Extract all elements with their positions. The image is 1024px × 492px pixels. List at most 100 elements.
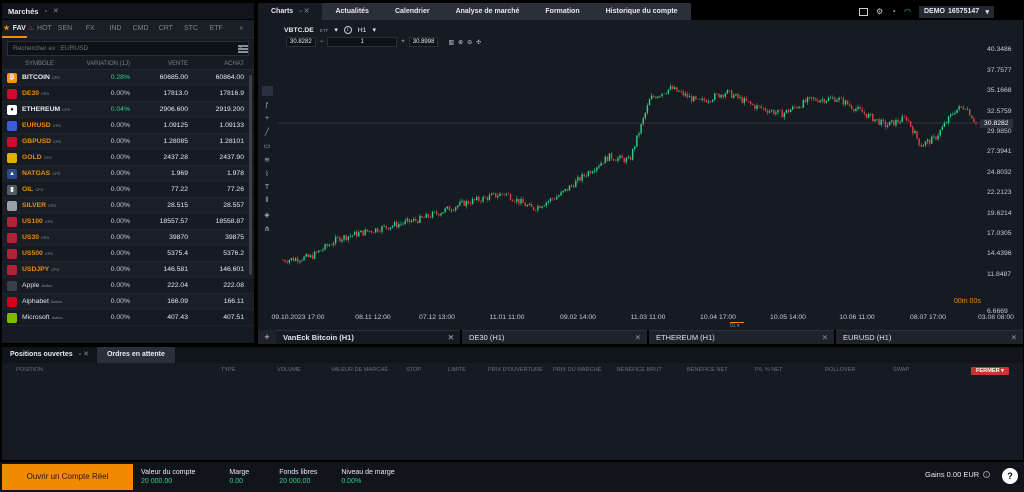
sell-price[interactable]: 60685.00 bbox=[130, 74, 188, 81]
col-type[interactable]: TYPE bbox=[221, 367, 277, 373]
sell-price[interactable]: 1.28085 bbox=[130, 138, 188, 145]
sell-price[interactable]: 18557.57 bbox=[130, 218, 188, 225]
sell-price[interactable]: 5375.4 bbox=[130, 250, 188, 257]
tab-historique-du-compte[interactable]: Historique du compte bbox=[593, 3, 691, 20]
layout-icon[interactable] bbox=[859, 7, 868, 16]
col-volume[interactable]: VOLUME bbox=[277, 367, 331, 373]
sell-price[interactable]: 146.581 bbox=[130, 266, 188, 273]
sell-price[interactable]: 39870 bbox=[130, 234, 188, 241]
market-row[interactable]: USDJPY CFD 0.00% 146.581 146.601 bbox=[2, 262, 254, 278]
tab-actualit-s[interactable]: Actualités bbox=[322, 3, 381, 20]
sell-price[interactable]: 17813.0 bbox=[130, 90, 188, 97]
buy-price[interactable]: 146.601 bbox=[188, 266, 244, 273]
chart-instance-tab[interactable]: VanEck Bitcoin (H1) ✕ bbox=[276, 330, 460, 344]
col-swap[interactable]: SWAP bbox=[893, 367, 933, 373]
buy-price[interactable]: 28.557 bbox=[188, 202, 244, 209]
col-p-l-net[interactable]: P/L % NET bbox=[755, 367, 825, 373]
col-valeur-de-march-[interactable]: VALEUR DE MARCHÉ bbox=[331, 367, 406, 373]
market-row[interactable]: EURUSD CFD 0.00% 1.09125 1.09133 bbox=[2, 118, 254, 134]
buy-price[interactable]: 5376.2 bbox=[188, 250, 244, 257]
col-b-n-fice-brut[interactable]: BÉNÉFICE BRUT bbox=[617, 367, 687, 373]
notifications-bell-icon[interactable]: ◔ bbox=[891, 7, 896, 16]
buy-price[interactable]: 77.26 bbox=[188, 186, 244, 193]
tab-charts[interactable]: Charts ▫ ✕ bbox=[258, 3, 323, 20]
col-sell[interactable]: VENTE bbox=[130, 61, 188, 67]
market-tab-»[interactable]: » bbox=[229, 20, 254, 38]
buy-price[interactable]: 1.978 bbox=[188, 170, 244, 177]
market-tab-fav[interactable]: ★ FAV bbox=[2, 20, 28, 38]
account-selector[interactable]: DEMO 16575147 ▾ bbox=[919, 5, 994, 18]
buy-price[interactable]: 39875 bbox=[188, 234, 244, 241]
market-row[interactable]: GBPUSD CFD 0.00% 1.28085 1.28101 bbox=[2, 134, 254, 150]
market-tab-stc[interactable]: STC bbox=[178, 20, 203, 38]
market-row[interactable]: US500 CFD 0.00% 5375.4 5376.2 bbox=[2, 246, 254, 262]
tab-analyse-de-march-[interactable]: Analyse de marché bbox=[443, 3, 533, 20]
market-row[interactable]: GOLD CFD 0.00% 2437.28 2437.90 bbox=[2, 150, 254, 166]
col-limite[interactable]: LIMITE bbox=[448, 367, 488, 373]
list-view-icon[interactable] bbox=[238, 45, 248, 53]
sell-price[interactable]: 28.515 bbox=[130, 202, 188, 209]
market-row[interactable]: SILVER CFD 0.00% 28.515 28.557 bbox=[2, 198, 254, 214]
col-prix-du-march-[interactable]: PRIX DU MARCHÉ bbox=[553, 367, 617, 373]
tab-formation[interactable]: Formation bbox=[532, 3, 592, 20]
period-marker[interactable]: 01 ▾ bbox=[730, 322, 744, 329]
market-tab-fx[interactable]: FX bbox=[78, 20, 103, 38]
window-controls[interactable]: ▫ ✕ bbox=[299, 8, 309, 15]
price-chart[interactable]: 40.3486 37.7577 35.1668 32.5759 29.9850 27.39… bbox=[258, 20, 1023, 330]
market-tab-crt[interactable]: CRT bbox=[153, 20, 178, 38]
col-position[interactable]: POSITION bbox=[16, 367, 221, 373]
market-row[interactable]: DE30 CFD 0.00% 17813.0 17816.9 bbox=[2, 86, 254, 102]
market-tab-sen[interactable]: SEN bbox=[52, 20, 77, 38]
col-rollover[interactable]: ROLLOVER bbox=[825, 367, 893, 373]
market-row[interactable]: Alphabet Action 0.00% 166.09 166.11 bbox=[2, 294, 254, 310]
market-row[interactable]: ₿ BITCOIN CFD 0.28% 60685.00 60864.00 bbox=[2, 70, 254, 86]
sell-price[interactable]: 1.09125 bbox=[130, 122, 188, 129]
tab-open-positions[interactable]: Positions ouvertes ▫ ✕ bbox=[2, 347, 97, 363]
market-search-input[interactable] bbox=[13, 45, 213, 52]
market-row[interactable]: Microsoft Action 0.00% 407.43 407.51 bbox=[2, 310, 254, 326]
chart-instance-tab[interactable]: EURUSD (H1) ✕ bbox=[836, 330, 1023, 344]
chart-add-tab[interactable]: + bbox=[258, 330, 276, 344]
markets-window-controls[interactable]: ▫ ✕ bbox=[44, 7, 60, 15]
buy-price[interactable]: 1.09133 bbox=[188, 122, 244, 129]
help-button[interactable]: ? bbox=[1002, 468, 1018, 484]
window-controls[interactable]: ▫ ✕ bbox=[79, 347, 89, 363]
col-stop[interactable]: STOP bbox=[406, 367, 448, 373]
market-row[interactable]: US30 CFD 0.00% 39870 39875 bbox=[2, 230, 254, 246]
buy-price[interactable]: 2437.90 bbox=[188, 154, 244, 161]
market-row[interactable]: ▮ OIL CFD 0.00% 77.22 77.26 bbox=[2, 182, 254, 198]
buy-price[interactable]: 18558.87 bbox=[188, 218, 244, 225]
market-tab-cmd[interactable]: CMD bbox=[128, 20, 153, 38]
close-icon[interactable]: ✕ bbox=[1011, 331, 1017, 345]
buy-price[interactable]: 407.51 bbox=[188, 314, 244, 321]
sell-price[interactable]: 166.09 bbox=[130, 298, 188, 305]
close-positions-button[interactable]: FERMER ▾ bbox=[971, 367, 1009, 375]
buy-price[interactable]: 166.11 bbox=[188, 298, 244, 305]
info-icon[interactable]: i bbox=[983, 471, 991, 478]
tab-calendrier[interactable]: Calendrier bbox=[382, 3, 443, 20]
buy-price[interactable]: 17816.9 bbox=[188, 90, 244, 97]
market-tab-ind[interactable]: IND bbox=[103, 20, 128, 38]
settings-sliders-icon[interactable]: ⚙ bbox=[876, 7, 883, 16]
tab-pending-orders[interactable]: Ordres en attente bbox=[96, 347, 175, 363]
close-icon[interactable]: ✕ bbox=[822, 331, 828, 345]
col-prix-d-ouverture[interactable]: PRIX D'OUVERTURE bbox=[488, 367, 553, 373]
sell-price[interactable]: 2437.28 bbox=[130, 154, 188, 161]
market-tab-hot[interactable]: ♨ HOT bbox=[27, 20, 52, 38]
buy-price[interactable]: 2919.200 bbox=[188, 106, 244, 113]
col-symbol[interactable]: SYMBOLE bbox=[7, 61, 85, 67]
open-real-account-button[interactable]: Ouvrir un Compte Réel bbox=[2, 464, 133, 490]
col-buy[interactable]: ACHAT bbox=[188, 61, 244, 67]
sell-price[interactable]: 2906.600 bbox=[130, 106, 188, 113]
sell-price[interactable]: 1.969 bbox=[130, 170, 188, 177]
markets-scrollbar[interactable] bbox=[249, 75, 252, 275]
sell-price[interactable]: 407.43 bbox=[130, 314, 188, 321]
market-row[interactable]: ♦ ETHEREUM CFD 0.04% 2906.600 2919.200 bbox=[2, 102, 254, 118]
market-row[interactable]: Apple Action 0.00% 222.04 222.08 bbox=[2, 278, 254, 294]
market-row[interactable]: US100 CFD 0.00% 18557.57 18558.87 bbox=[2, 214, 254, 230]
buy-price[interactable]: 1.28101 bbox=[188, 138, 244, 145]
market-row[interactable]: ▲ NATGAS CFD 0.00% 1.969 1.978 bbox=[2, 166, 254, 182]
sell-price[interactable]: 222.04 bbox=[130, 282, 188, 289]
market-tab-etf[interactable]: ETF bbox=[204, 20, 229, 38]
close-icon[interactable]: ✕ bbox=[635, 331, 641, 345]
